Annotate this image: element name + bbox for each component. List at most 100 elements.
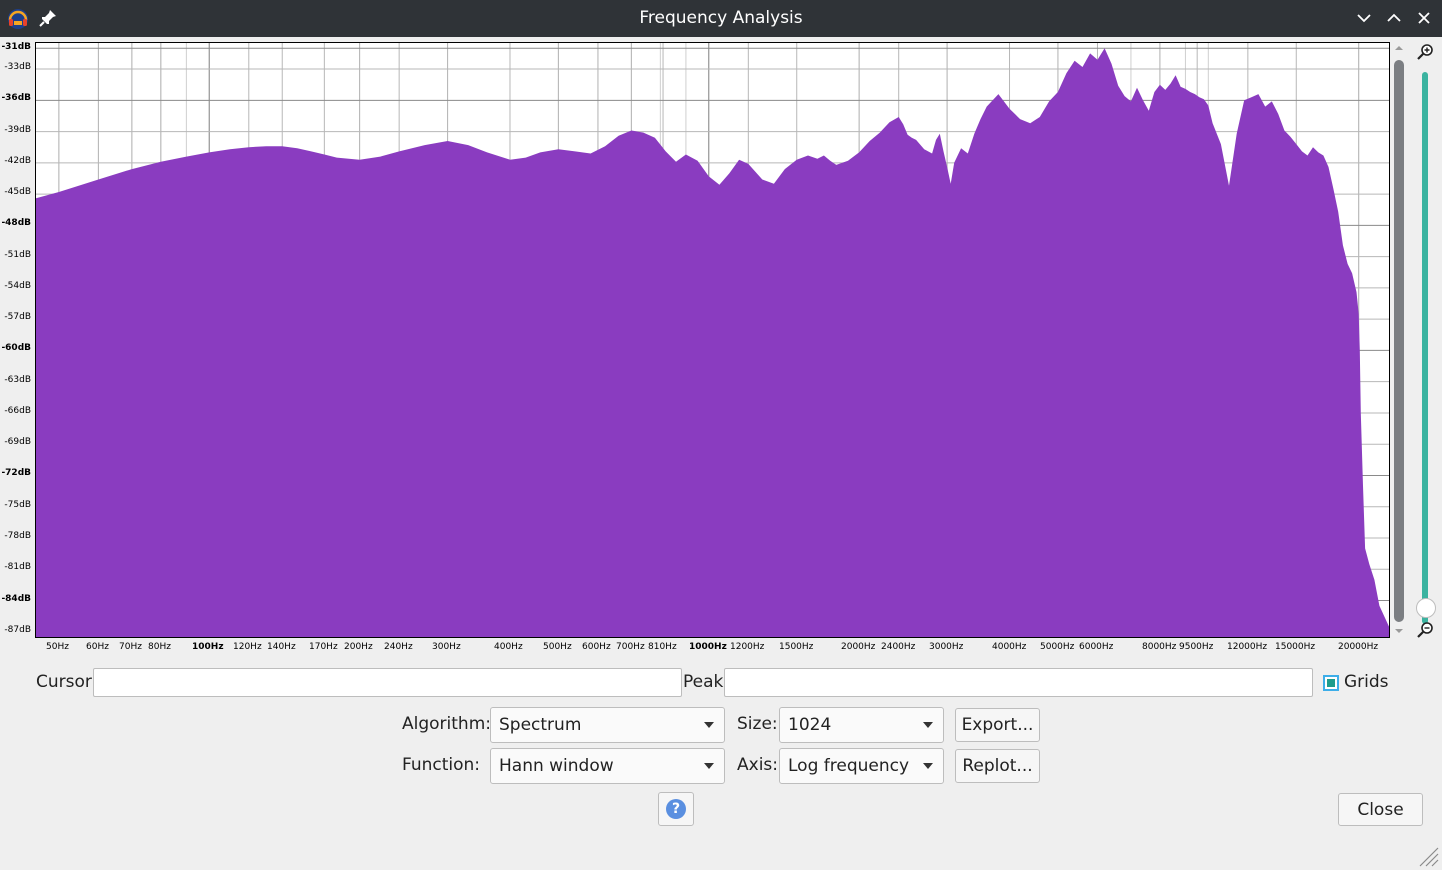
- y-tick-label: -66dB: [4, 406, 31, 416]
- chevron-up-icon[interactable]: [1384, 8, 1404, 28]
- y-tick-label: -54dB: [4, 281, 31, 291]
- peak-field[interactable]: [724, 668, 1313, 697]
- y-tick-label: -60dB: [1, 343, 31, 353]
- x-tick-label: 120Hz: [233, 642, 262, 652]
- x-tick-label: 1200Hz: [730, 642, 765, 652]
- audacity-app-icon[interactable]: [6, 7, 30, 31]
- zoom-in-icon[interactable]: [1415, 42, 1435, 62]
- y-tick-label: -72dB: [1, 468, 31, 478]
- x-tick-label: 170Hz: [309, 642, 338, 652]
- function-value: Hann window: [499, 756, 614, 776]
- x-tick-label: 3000Hz: [929, 642, 964, 652]
- x-tick-label: 80Hz: [148, 642, 171, 652]
- vertical-scrollbar[interactable]: [1390, 42, 1408, 638]
- axis-label: Axis:: [737, 755, 778, 775]
- dropdown-arrow-icon: [704, 722, 714, 728]
- y-tick-label: -75dB: [4, 500, 31, 510]
- zoom-out-icon[interactable]: [1415, 620, 1435, 640]
- grids-label[interactable]: Grids: [1344, 672, 1389, 692]
- y-tick-label: -33dB: [4, 62, 31, 72]
- y-axis-ruler: -31dB -33dB -36dB -39dB -42dB -45dB -48dB -51dB…: [0, 42, 34, 638]
- x-tick-label: 4000Hz: [992, 642, 1027, 652]
- help-button[interactable]: ?: [658, 792, 694, 826]
- x-tick-label: 9500Hz: [1179, 642, 1214, 652]
- x-tick-label: 60Hz: [86, 642, 109, 652]
- x-tick-label: 100Hz: [192, 642, 224, 652]
- zoom-track: [1422, 72, 1428, 624]
- grids-check-mark: [1327, 679, 1335, 687]
- window-title: Frequency Analysis: [639, 8, 803, 28]
- x-tick-label: 5000Hz: [1040, 642, 1075, 652]
- x-tick-label: 8000Hz: [1142, 642, 1177, 652]
- x-tick-label: 300Hz: [432, 642, 461, 652]
- y-tick-label: -36dB: [1, 93, 31, 103]
- scroll-down-arrow-icon[interactable]: [1390, 626, 1408, 636]
- y-tick-label: -45dB: [4, 187, 31, 197]
- x-tick-label: 200Hz: [344, 642, 373, 652]
- replot-button[interactable]: Replot...: [955, 749, 1040, 783]
- size-label: Size:: [737, 714, 778, 734]
- x-axis-ruler: 50Hz 60Hz 70Hz 80Hz 100Hz 120Hz 140Hz 170Hz 200H…: [35, 637, 1389, 661]
- algorithm-select[interactable]: Spectrum: [490, 707, 725, 743]
- spectrum-area: [36, 48, 1389, 637]
- dropdown-arrow-icon: [923, 722, 933, 728]
- axis-value: Log frequency: [788, 756, 910, 776]
- x-tick-label: 810Hz: [648, 642, 677, 652]
- y-tick-label: -31dB: [1, 42, 31, 52]
- x-tick-label: 12000Hz: [1227, 642, 1268, 652]
- x-tick-label: 50Hz: [46, 642, 69, 652]
- y-tick-label: -78dB: [4, 531, 31, 541]
- algorithm-value: Spectrum: [499, 715, 582, 735]
- x-tick-label: 400Hz: [494, 642, 523, 652]
- y-tick-label: -48dB: [1, 218, 31, 228]
- y-tick-label: -51dB: [4, 250, 31, 260]
- dropdown-arrow-icon: [923, 763, 933, 769]
- x-tick-label: 20000Hz: [1338, 642, 1379, 652]
- function-select[interactable]: Hann window: [490, 748, 725, 784]
- close-icon[interactable]: [1414, 8, 1434, 28]
- algorithm-label: Algorithm:: [402, 714, 491, 734]
- x-tick-label: 700Hz: [616, 642, 645, 652]
- help-icon: ?: [666, 799, 686, 819]
- peak-label: Peak:: [683, 672, 730, 692]
- title-bar: Frequency Analysis: [0, 0, 1442, 37]
- x-tick-label: 1500Hz: [779, 642, 814, 652]
- x-tick-label: 15000Hz: [1275, 642, 1316, 652]
- y-tick-label: -84dB: [1, 594, 31, 604]
- x-tick-label: 1000Hz: [689, 642, 727, 652]
- spectrum-svg: [36, 43, 1389, 637]
- x-tick-label: 2000Hz: [841, 642, 876, 652]
- spectrum-plot[interactable]: [35, 42, 1390, 638]
- grids-checkbox[interactable]: [1323, 675, 1339, 691]
- cursor-label: Cursor:: [36, 672, 98, 692]
- close-button[interactable]: Close: [1338, 793, 1423, 826]
- pin-icon[interactable]: [38, 8, 58, 28]
- function-label: Function:: [402, 755, 481, 775]
- resize-grip-icon[interactable]: [1414, 842, 1440, 868]
- zoom-slider[interactable]: [1414, 42, 1436, 638]
- y-tick-label: -81dB: [4, 562, 31, 572]
- y-tick-label: -87dB: [4, 625, 31, 635]
- export-button[interactable]: Export...: [955, 708, 1040, 742]
- y-tick-label: -63dB: [4, 375, 31, 385]
- x-tick-label: 500Hz: [543, 642, 572, 652]
- y-tick-label: -39dB: [4, 125, 31, 135]
- axis-select[interactable]: Log frequency: [779, 748, 944, 784]
- cursor-field[interactable]: [93, 668, 682, 697]
- zoom-handle[interactable]: [1416, 598, 1436, 618]
- y-tick-label: -42dB: [4, 156, 31, 166]
- x-tick-label: 140Hz: [267, 642, 296, 652]
- size-select[interactable]: 1024: [779, 707, 944, 743]
- scroll-up-arrow-icon[interactable]: [1390, 42, 1408, 52]
- size-value: 1024: [788, 715, 832, 735]
- x-tick-label: 240Hz: [384, 642, 413, 652]
- x-tick-label: 600Hz: [582, 642, 611, 652]
- x-tick-label: 6000Hz: [1079, 642, 1114, 652]
- dropdown-arrow-icon: [704, 763, 714, 769]
- x-tick-label: 2400Hz: [881, 642, 916, 652]
- scrollbar-thumb[interactable]: [1394, 60, 1404, 622]
- x-tick-label: 70Hz: [119, 642, 142, 652]
- y-tick-label: -69dB: [4, 437, 31, 447]
- chevron-down-icon[interactable]: [1354, 8, 1374, 28]
- y-tick-label: -57dB: [4, 312, 31, 322]
